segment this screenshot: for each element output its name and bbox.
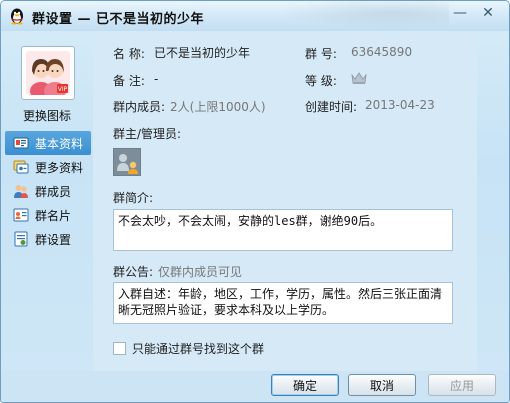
title-decoration: [259, 1, 449, 31]
search-by-number-label[interactable]: 只能通过群号找到这个群: [132, 340, 264, 357]
crown-level-icon: [351, 72, 367, 84]
created-label: 创建时间:: [305, 100, 358, 114]
settings-icon: [14, 231, 28, 247]
svg-text:VIP: VIP: [58, 86, 68, 93]
group-avatar[interactable]: VIP: [21, 46, 75, 100]
owner-avatar[interactable]: [113, 148, 141, 176]
group-card-icon: [13, 208, 29, 222]
close-button[interactable]: ✕: [477, 4, 499, 22]
basic-info-panel: 名 称: 已不是当初的少年 群 号: 63645890 备 注: - 等 级: …: [93, 31, 477, 371]
title-bar[interactable]: 群设置 — 已不是当初的少年 — ✕: [1, 1, 509, 31]
window-title: 群设置 — 已不是当初的少年: [32, 12, 205, 27]
info-card-icon: [13, 137, 29, 149]
name-value: 已不是当初的少年: [154, 46, 251, 60]
change-icon-link[interactable]: 更换图标: [1, 107, 93, 124]
level-label: 等 级:: [305, 74, 337, 88]
search-by-number-checkbox[interactable]: [113, 342, 126, 355]
group-avatar-icon: VIP: [26, 51, 70, 95]
notice-label: 群公告:: [113, 265, 154, 279]
number-label: 群 号:: [305, 47, 337, 61]
nav-group-card[interactable]: 群名片: [5, 203, 91, 227]
nav-basic-info[interactable]: 基本资料: [5, 131, 91, 155]
settings-nav: 基本资料 更多资料 群成员 群名片 群设置: [5, 131, 91, 251]
cancel-button[interactable]: 取消: [348, 374, 416, 396]
apply-button[interactable]: 应用: [428, 374, 496, 396]
nav-label: 基本资料: [35, 136, 84, 151]
members-icon: [14, 185, 28, 198]
created-value: 2013-04-23: [365, 98, 435, 112]
intro-textarea[interactable]: 不会太吵，不会太闹，安静的les群，谢绝90后。: [113, 209, 453, 251]
nav-label: 群名片: [35, 208, 72, 223]
nav-group-settings[interactable]: 群设置: [5, 227, 91, 251]
nav-members[interactable]: 群成员: [5, 179, 91, 203]
members-value: 2人(上限1000人): [170, 100, 266, 114]
dialog-footer: 确定 取消 应用: [1, 371, 509, 402]
remark-label: 备 注:: [113, 74, 145, 88]
more-info-icon: [13, 160, 29, 174]
group-settings-window: 群设置 — 已不是当初的少年 — ✕ VIP 更换图标 基本资料 更多资料 群成…: [0, 0, 510, 403]
number-value: 63645890: [351, 45, 413, 59]
nav-label: 更多资料: [35, 160, 84, 175]
minimize-button[interactable]: —: [449, 4, 471, 22]
qq-penguin-icon: [11, 8, 23, 25]
members-label: 群内成员:: [113, 100, 166, 114]
left-panel: VIP 更换图标 基本资料 更多资料 群成员 群名片 群设置: [1, 31, 93, 371]
admins-label: 群主/管理员:: [113, 127, 182, 141]
ok-button[interactable]: 确定: [271, 374, 339, 396]
owner-avatar-icon: [114, 149, 140, 175]
nav-label: 群设置: [35, 232, 72, 247]
notice-hint: 仅群内成员可见: [158, 265, 243, 279]
nav-label: 群成员: [35, 184, 72, 199]
name-label: 名 称:: [113, 47, 145, 61]
intro-label: 群简介:: [113, 191, 154, 205]
remark-value: -: [154, 72, 159, 86]
nav-more-info[interactable]: 更多资料: [5, 155, 91, 179]
notice-textarea[interactable]: 入群自述：年龄，地区，工作，学历，属性。然后三张正面清晰无冠照片验证，要求本科及…: [113, 282, 453, 324]
